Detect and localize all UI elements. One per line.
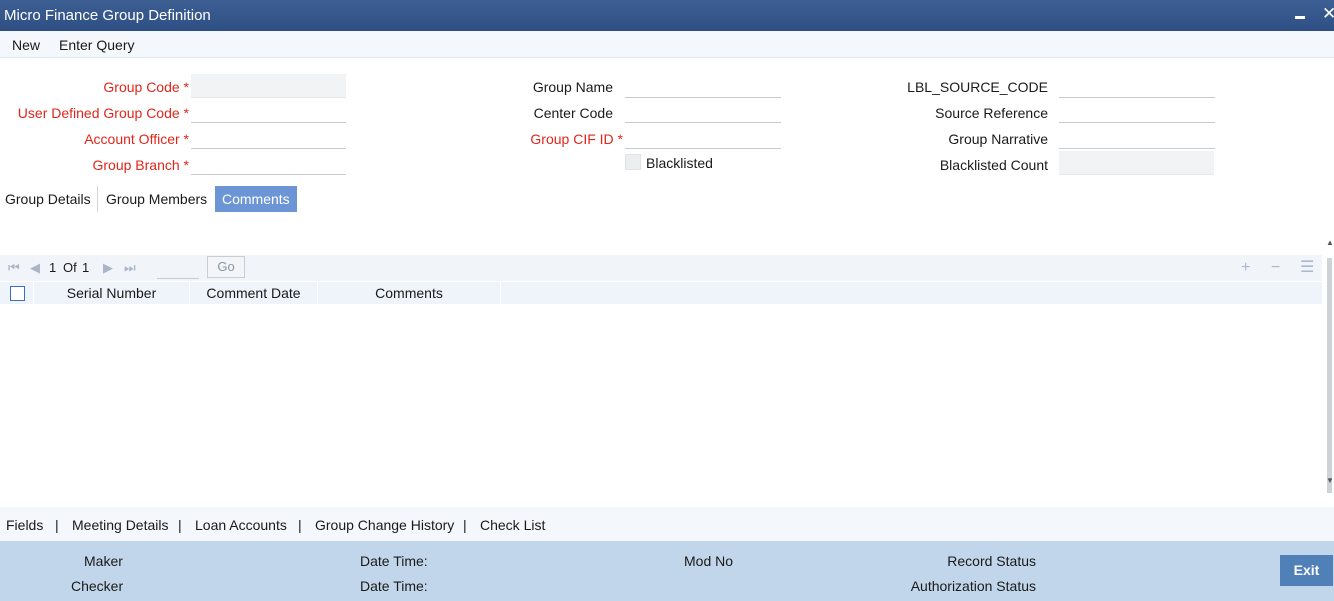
current-page: 1 bbox=[49, 260, 57, 275]
user-defined-group-code-label: User Defined Group Code * bbox=[17, 105, 189, 121]
maker-date-time-label: Date Time: bbox=[360, 553, 428, 569]
link-separator: | bbox=[463, 517, 467, 533]
meeting-details-link[interactable]: Meeting Details bbox=[72, 517, 169, 533]
tab-comments[interactable]: Comments bbox=[215, 186, 297, 212]
link-separator: | bbox=[298, 517, 302, 533]
blacklisted-label: Blacklisted bbox=[646, 155, 713, 171]
group-cif-id-field[interactable] bbox=[625, 125, 781, 149]
vertical-scrollbar[interactable]: ▲ ▼ bbox=[1324, 220, 1334, 507]
group-narrative-label: Group Narrative bbox=[948, 131, 1048, 147]
group-name-field[interactable] bbox=[625, 74, 781, 98]
source-code-label: LBL_SOURCE_CODE bbox=[907, 79, 1048, 95]
column-comments[interactable]: Comments bbox=[318, 282, 501, 304]
scroll-up-icon[interactable]: ▲ bbox=[1326, 238, 1334, 247]
new-menu-item[interactable]: New bbox=[12, 37, 40, 53]
group-narrative-field[interactable] bbox=[1059, 125, 1215, 149]
center-code-label: Center Code bbox=[533, 105, 613, 121]
grid-header: Serial Number Comment Date Comments bbox=[0, 282, 1322, 304]
group-branch-field[interactable] bbox=[191, 151, 346, 175]
checker-label: Checker bbox=[71, 578, 124, 594]
loan-accounts-link[interactable]: Loan Accounts bbox=[195, 517, 287, 533]
go-button[interactable]: Go bbox=[207, 256, 245, 278]
first-page-icon[interactable]: ⏮ bbox=[8, 260, 20, 276]
last-page-icon[interactable]: ⏭ bbox=[124, 260, 136, 276]
source-reference-label: Source Reference bbox=[935, 105, 1048, 121]
blacklisted-checkbox[interactable] bbox=[625, 154, 641, 170]
source-reference-field[interactable] bbox=[1059, 99, 1215, 123]
add-row-icon[interactable]: + bbox=[1241, 259, 1250, 277]
maker-label: Maker bbox=[84, 553, 123, 569]
link-separator: | bbox=[55, 517, 59, 533]
tab-group-details[interactable]: Group Details bbox=[5, 186, 98, 212]
previous-page-icon[interactable]: ◀ bbox=[30, 260, 40, 276]
single-view-icon[interactable]: ☰ bbox=[1300, 257, 1314, 277]
account-officer-label: Account Officer * bbox=[84, 131, 189, 147]
group-name-label: Group Name bbox=[532, 79, 613, 95]
scrollbar-thumb[interactable] bbox=[1327, 258, 1332, 493]
source-code-field[interactable] bbox=[1059, 74, 1215, 98]
mod-no-label: Mod No bbox=[684, 553, 734, 569]
group-code-field[interactable] bbox=[191, 74, 346, 98]
footer-links: Fields | Meeting Details | Loan Accounts… bbox=[0, 507, 1334, 541]
record-status-label: Record Status bbox=[947, 553, 1036, 569]
check-list-link[interactable]: Check List bbox=[480, 517, 545, 533]
authorization-status-label: Authorization Status bbox=[910, 578, 1036, 594]
group-cif-id-label: Group CIF ID * bbox=[530, 131, 623, 147]
of-label: Of bbox=[63, 260, 77, 275]
enter-query-menu-item[interactable]: Enter Query bbox=[59, 37, 134, 53]
minimize-icon[interactable] bbox=[1293, 5, 1309, 23]
menu-bar: New Enter Query bbox=[0, 31, 1334, 58]
audit-panel: Maker Checker Date Time: Date Time: Mod … bbox=[0, 541, 1334, 601]
group-change-history-link[interactable]: Group Change History bbox=[315, 517, 454, 533]
link-separator: | bbox=[178, 517, 182, 533]
grid-body bbox=[0, 304, 1322, 504]
window-title: Micro Finance Group Definition bbox=[4, 7, 211, 24]
page-number-input[interactable] bbox=[157, 258, 199, 279]
checker-date-time-label: Date Time: bbox=[360, 578, 428, 594]
column-serial-number[interactable]: Serial Number bbox=[34, 282, 190, 304]
scroll-down-icon[interactable]: ▼ bbox=[1326, 476, 1334, 485]
select-all-checkbox[interactable] bbox=[10, 286, 25, 301]
user-defined-group-code-field[interactable] bbox=[191, 99, 346, 123]
blacklisted-count-label: Blacklisted Count bbox=[939, 157, 1048, 173]
micro-finance-group-definition-window: Micro Finance Group Definition ✕ New Ent… bbox=[0, 0, 1334, 601]
next-page-icon[interactable]: ▶ bbox=[103, 260, 113, 276]
tab-group-members[interactable]: Group Members bbox=[106, 186, 216, 212]
close-icon[interactable]: ✕ bbox=[1322, 4, 1334, 24]
group-code-label: Group Code * bbox=[103, 79, 189, 95]
total-pages: 1 bbox=[82, 260, 90, 275]
group-branch-label: Group Branch * bbox=[92, 157, 190, 173]
fields-link[interactable]: Fields bbox=[6, 517, 43, 533]
account-officer-field[interactable] bbox=[191, 125, 346, 149]
delete-row-icon[interactable]: − bbox=[1271, 259, 1280, 277]
exit-button[interactable]: Exit bbox=[1280, 555, 1333, 586]
blacklisted-count-field[interactable] bbox=[1059, 151, 1214, 175]
grid-toolbar: ⏮ ◀ 1 Of 1 ▶ ⏭ Go + − ☰ bbox=[0, 255, 1322, 281]
select-all-column bbox=[0, 282, 34, 304]
column-comment-date[interactable]: Comment Date bbox=[190, 282, 318, 304]
title-bar: Micro Finance Group Definition ✕ bbox=[0, 0, 1334, 31]
center-code-field[interactable] bbox=[625, 99, 781, 123]
